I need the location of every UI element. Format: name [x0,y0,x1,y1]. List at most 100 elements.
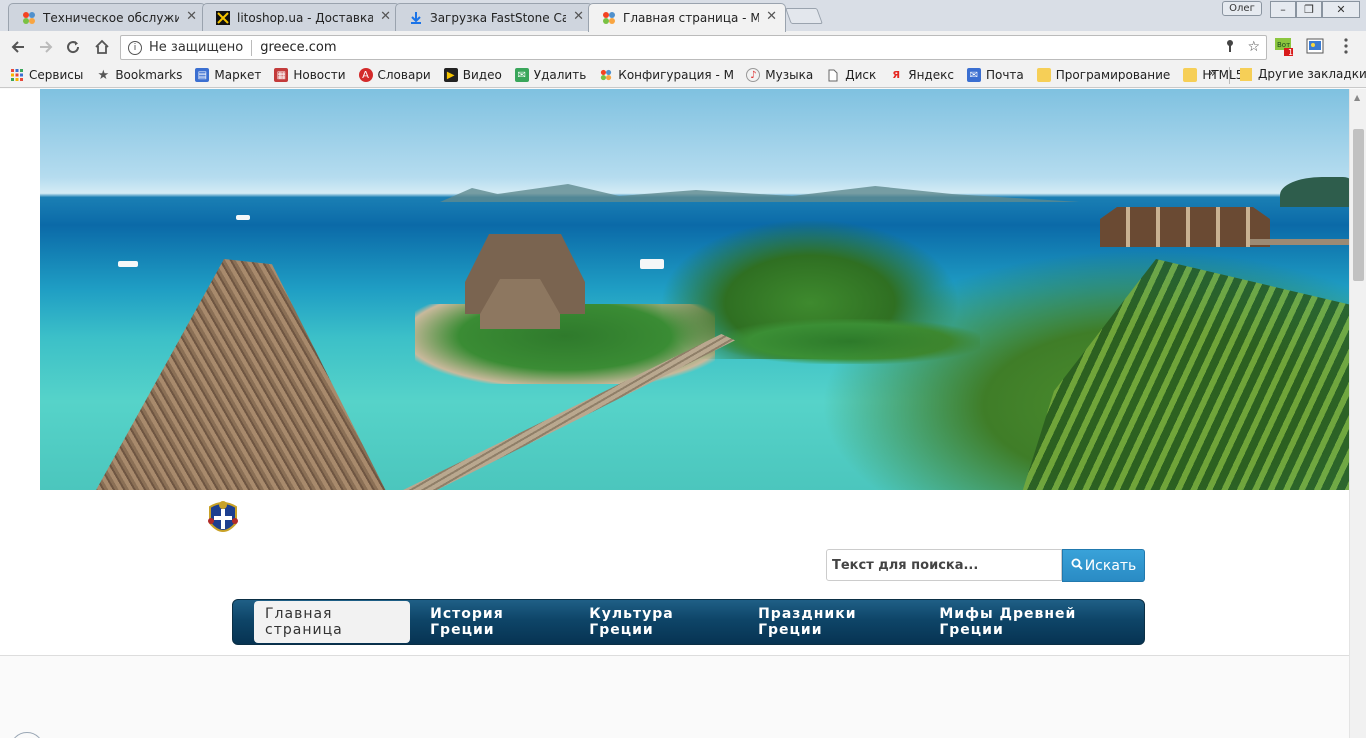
bookmark-news[interactable]: ▦ Новости [274,68,346,82]
bookmark-label: Маркет [214,68,262,82]
apps-icon [10,68,24,82]
folder-icon [1183,68,1198,82]
star-icon[interactable]: ☆ [1247,39,1260,57]
bookmark-label: Bookmarks [115,68,183,82]
address-bar[interactable]: i Не защищено greece.com ☆ [120,35,1267,60]
bookmark-video[interactable]: ▶ Видео [443,68,502,82]
other-bookmarks[interactable]: Другие закладки [1240,67,1366,81]
search-input[interactable]: Текст для поиска... [826,549,1062,581]
bookmark-label: Почта [985,68,1024,82]
back-icon[interactable] [8,37,28,57]
close-icon[interactable]: ✕ [766,9,777,24]
yandex-icon: Я [892,69,901,81]
search-icon [1071,558,1083,573]
bookmark-yandex[interactable]: Я Яндекс [889,68,954,82]
tab-home-active[interactable]: Главная страница - Муз ✕ [588,3,786,32]
download-icon [408,10,424,26]
bookmark-label: Словари [377,68,431,82]
close-icon[interactable]: ✕ [380,9,391,24]
dictionary-icon: А [358,68,373,82]
music-icon: ♪ [746,68,761,82]
restore-button[interactable]: ❐ [1296,1,1322,18]
bookmark-label: Яндекс [908,68,954,82]
menu-item-holidays[interactable]: Праздники Греции [747,601,919,643]
menu-item-home[interactable]: Главная страница [254,601,411,643]
bookmark-bookmarks[interactable]: ★ Bookmarks [96,68,183,83]
close-icon[interactable]: ✕ [186,9,197,24]
menu-item-myths[interactable]: Мифы Древней Греции [928,601,1135,643]
tab-faststone[interactable]: Загрузка FastStone Capt ✕ [395,3,593,31]
bookmark-label: Музыка [765,68,814,82]
more-bookmarks-button[interactable]: » [1208,66,1216,81]
bookmark-label: Конфигурация - Муз [618,68,734,82]
video-icon: ▶ [443,68,458,82]
file-icon [826,68,840,82]
tab-title: Загрузка FastStone Capt [430,10,566,25]
hero-banner-image [40,89,1349,490]
bookmarks-bar: Сервисы ★ Bookmarks ▤ Маркет ▦ Новости А… [0,63,1366,88]
joomla-icon [601,10,617,26]
address-actions: ☆ [1225,39,1260,57]
page-viewport: Текст для поиска... Искать Главная стран… [0,89,1349,738]
bookmark-market[interactable]: ▤ Маркет [195,68,261,82]
bookmark-delete[interactable]: ✉ Удалить [514,68,587,82]
bookmark-label: Видео [462,68,502,82]
distant-islands [440,184,1080,202]
other-bookmarks-label: Другие закладки [1258,67,1366,81]
boat [118,261,138,267]
bookmark-label: Програмирование [1055,68,1171,82]
bookmark-label: Удалить [533,68,587,82]
news-icon: ▦ [274,68,289,82]
boat [236,215,250,220]
scroll-up-arrow[interactable]: ▲ [1354,93,1360,102]
minimize-button[interactable]: – [1270,1,1296,18]
bookmark-folder-programming[interactable]: Програмирование [1036,68,1171,82]
content-area [0,656,1349,738]
bookmark-disk[interactable]: Диск [826,68,876,82]
browser-toolbar: i Не защищено greece.com ☆ Вот 1 [0,31,1366,63]
close-window-button[interactable]: ✕ [1322,1,1360,18]
menu-item-history[interactable]: История Греции [419,601,569,643]
menu-item-culture[interactable]: Культура Греции [578,601,738,643]
key-icon[interactable] [1225,39,1235,57]
new-tab-button[interactable] [785,8,823,24]
bookmark-mail[interactable]: ✉ Почта [966,68,1024,82]
reload-icon[interactable] [63,37,83,57]
tab-title: Главная страница - Муз [623,11,759,25]
close-icon[interactable]: ✕ [573,9,584,24]
folder-icon [1036,68,1051,82]
greece-coat-of-arms-logo[interactable] [206,499,240,539]
forward-icon[interactable] [36,37,56,57]
page-scrollbar[interactable]: ▲ [1349,89,1366,738]
thatched-roof [80,259,400,490]
extension-screenshot-icon[interactable] [1305,36,1325,56]
menu-item-label: Праздники Греции [758,606,857,638]
folder-icon [1240,67,1252,81]
menu-item-label: Культура Греции [589,606,674,638]
extension-badge: 1 [1288,48,1294,57]
info-icon[interactable]: i [128,40,142,55]
overwater-bungalows [1100,207,1270,247]
url-text[interactable]: greece.com [260,40,336,55]
search-button-label: Искать [1084,557,1137,574]
joomla-icon [599,68,613,82]
bookmark-label: Новости [293,68,346,82]
pier [1250,239,1349,245]
tab-litoshop[interactable]: litoshop.ua - Доставка и ✕ [202,3,400,31]
mail-delete-icon: ✉ [514,68,529,82]
bookmark-music[interactable]: ♪ Музыка [746,68,813,82]
home-icon[interactable] [92,37,112,57]
menu-kebab-icon[interactable] [1336,36,1356,56]
market-icon: ▤ [195,68,210,82]
tab-maintenance[interactable]: Техническое обслужива ✕ [8,3,206,31]
scroll-thumb[interactable] [1353,129,1364,281]
bookmark-services[interactable]: Сервисы [10,68,83,82]
bookmark-configuration[interactable]: Конфигурация - Муз [599,68,733,82]
extension-vot-icon[interactable]: Вот 1 [1274,36,1294,57]
search-button[interactable]: Искать [1062,549,1145,582]
security-label: Не защищено [149,40,244,55]
profile-button[interactable]: Олег [1222,1,1262,16]
litoshop-icon [215,10,231,26]
bookmark-dictionaries[interactable]: А Словари [358,68,431,82]
tab-title: Техническое обслужива [43,10,179,25]
